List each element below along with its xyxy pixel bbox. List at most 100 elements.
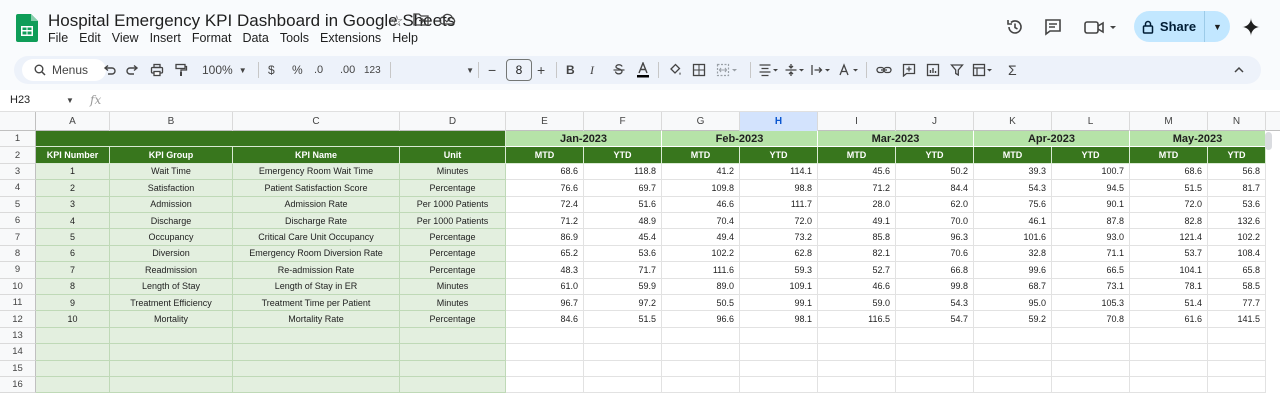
mtd-value-cell[interactable]: 54.3 [974, 180, 1052, 197]
menu-edit[interactable]: Edit [79, 31, 101, 45]
menu-help[interactable]: Help [392, 31, 418, 45]
ytd-value-cell[interactable]: 45.4 [584, 229, 662, 246]
column-title[interactable]: KPI Number [36, 147, 110, 164]
vertical-scrollbar[interactable] [1265, 132, 1272, 150]
mtd-header[interactable]: MTD [818, 147, 896, 164]
empty-cell[interactable] [506, 344, 584, 361]
kpi-group-cell[interactable]: Occupancy [110, 229, 233, 246]
column-header-f[interactable]: F [584, 112, 662, 131]
column-header-l[interactable]: L [1052, 112, 1130, 131]
ytd-value-cell[interactable]: 73.1 [1052, 278, 1130, 295]
empty-cell[interactable] [506, 360, 584, 377]
empty-cell[interactable] [233, 327, 400, 345]
mtd-value-cell[interactable]: 75.6 [974, 196, 1052, 213]
mtd-value-cell[interactable]: 96.6 [662, 311, 740, 328]
row-header-15[interactable]: 15 [0, 360, 36, 377]
mtd-value-cell[interactable]: 46.1 [974, 213, 1052, 230]
column-header-b[interactable]: B [110, 112, 233, 131]
mtd-value-cell[interactable]: 102.2 [662, 245, 740, 263]
empty-cell[interactable] [896, 377, 974, 394]
ytd-value-cell[interactable]: 62.8 [740, 245, 818, 263]
name-box-dropdown-icon[interactable]: ▼ [66, 96, 74, 105]
mtd-value-cell[interactable]: 84.6 [506, 311, 584, 328]
empty-cell[interactable] [896, 327, 974, 345]
mtd-value-cell[interactable]: 68.6 [1130, 163, 1208, 181]
mtd-value-cell[interactable]: 68.6 [506, 163, 584, 181]
mtd-value-cell[interactable]: 51.4 [1130, 295, 1208, 312]
row-header-4[interactable]: 4 [0, 180, 36, 197]
ytd-value-cell[interactable]: 56.8 [1208, 163, 1266, 181]
version-history-icon[interactable] [1004, 16, 1026, 38]
kpi-unit-cell[interactable]: Percentage [400, 262, 506, 279]
column-header-g[interactable]: G [662, 112, 740, 131]
share-button[interactable]: Share [1134, 11, 1204, 42]
filter-icon[interactable] [950, 61, 964, 79]
empty-cell[interactable] [1208, 360, 1266, 377]
ytd-value-cell[interactable]: 66.5 [1052, 262, 1130, 279]
column-header-i[interactable]: I [818, 112, 896, 131]
kpi-name-cell[interactable]: Discharge Rate [233, 213, 400, 230]
empty-cell[interactable] [584, 327, 662, 345]
empty-cell[interactable] [400, 327, 506, 345]
empty-cell[interactable] [233, 344, 400, 361]
row-header-12[interactable]: 12 [0, 311, 36, 328]
ytd-value-cell[interactable]: 58.5 [1208, 278, 1266, 295]
empty-cell[interactable] [662, 344, 740, 361]
ytd-value-cell[interactable]: 97.2 [584, 295, 662, 312]
mtd-value-cell[interactable]: 104.1 [1130, 262, 1208, 279]
column-header-a[interactable]: A [36, 112, 110, 131]
ytd-value-cell[interactable]: 84.4 [896, 180, 974, 197]
currency-format-button[interactable]: $ [268, 61, 275, 79]
row-header-5[interactable]: 5 [0, 196, 36, 213]
empty-cell[interactable] [400, 360, 506, 377]
kpi-name-cell[interactable]: Emergency Room Wait Time [233, 163, 400, 181]
empty-cell[interactable] [740, 327, 818, 345]
mtd-value-cell[interactable]: 51.5 [1130, 180, 1208, 197]
empty-cell[interactable] [818, 344, 896, 361]
ytd-value-cell[interactable]: 71.1 [1052, 245, 1130, 263]
ytd-value-cell[interactable]: 54.3 [896, 295, 974, 312]
column-header-h[interactable]: H [740, 112, 818, 131]
kpi-group-cell[interactable]: Wait Time [110, 163, 233, 181]
print-icon[interactable] [150, 61, 164, 79]
column-header-c[interactable]: C [233, 112, 400, 131]
mtd-header[interactable]: MTD [974, 147, 1052, 164]
name-box[interactable]: H23 [10, 94, 30, 106]
text-wrapping-icon[interactable] [810, 61, 832, 79]
mtd-value-cell[interactable]: 32.8 [974, 245, 1052, 263]
menu-insert[interactable]: Insert [150, 31, 181, 45]
mtd-value-cell[interactable]: 72.4 [506, 196, 584, 213]
ytd-header[interactable]: YTD [740, 147, 818, 164]
horizontal-align-icon[interactable] [758, 61, 780, 79]
mtd-value-cell[interactable]: 76.6 [506, 180, 584, 197]
mtd-value-cell[interactable]: 82.1 [818, 245, 896, 263]
empty-cell[interactable] [233, 360, 400, 377]
bold-button[interactable]: B [566, 61, 575, 79]
mtd-value-cell[interactable]: 39.3 [974, 163, 1052, 181]
mtd-value-cell[interactable]: 70.4 [662, 213, 740, 230]
ytd-value-cell[interactable]: 98.1 [740, 311, 818, 328]
kpi-group-cell[interactable]: Length of Stay [110, 278, 233, 295]
mtd-value-cell[interactable]: 78.1 [1130, 278, 1208, 295]
filter-views-icon[interactable] [972, 61, 994, 79]
empty-cell[interactable] [740, 344, 818, 361]
kpi-group-cell[interactable]: Readmission [110, 262, 233, 279]
star-icon[interactable]: ☆ [390, 12, 403, 30]
mtd-value-cell[interactable]: 48.3 [506, 262, 584, 279]
strikethrough-icon[interactable] [612, 61, 626, 79]
ytd-value-cell[interactable]: 48.9 [584, 213, 662, 230]
ytd-value-cell[interactable]: 77.7 [1208, 295, 1266, 312]
borders-icon[interactable] [692, 61, 706, 79]
column-title[interactable]: KPI Name [233, 147, 400, 164]
month-header[interactable]: Feb-2023 [662, 131, 818, 148]
menu-format[interactable]: Format [192, 31, 232, 45]
mtd-value-cell[interactable]: 82.8 [1130, 213, 1208, 230]
menu-view[interactable]: View [112, 31, 139, 45]
ytd-value-cell[interactable]: 51.6 [584, 196, 662, 213]
row-header-10[interactable]: 10 [0, 278, 36, 295]
ytd-value-cell[interactable]: 65.8 [1208, 262, 1266, 279]
functions-icon[interactable]: Σ [1008, 61, 1017, 79]
empty-cell[interactable] [36, 377, 110, 394]
meet-video-icon[interactable] [1082, 16, 1118, 38]
more-formats-button[interactable]: 123 [364, 61, 381, 79]
